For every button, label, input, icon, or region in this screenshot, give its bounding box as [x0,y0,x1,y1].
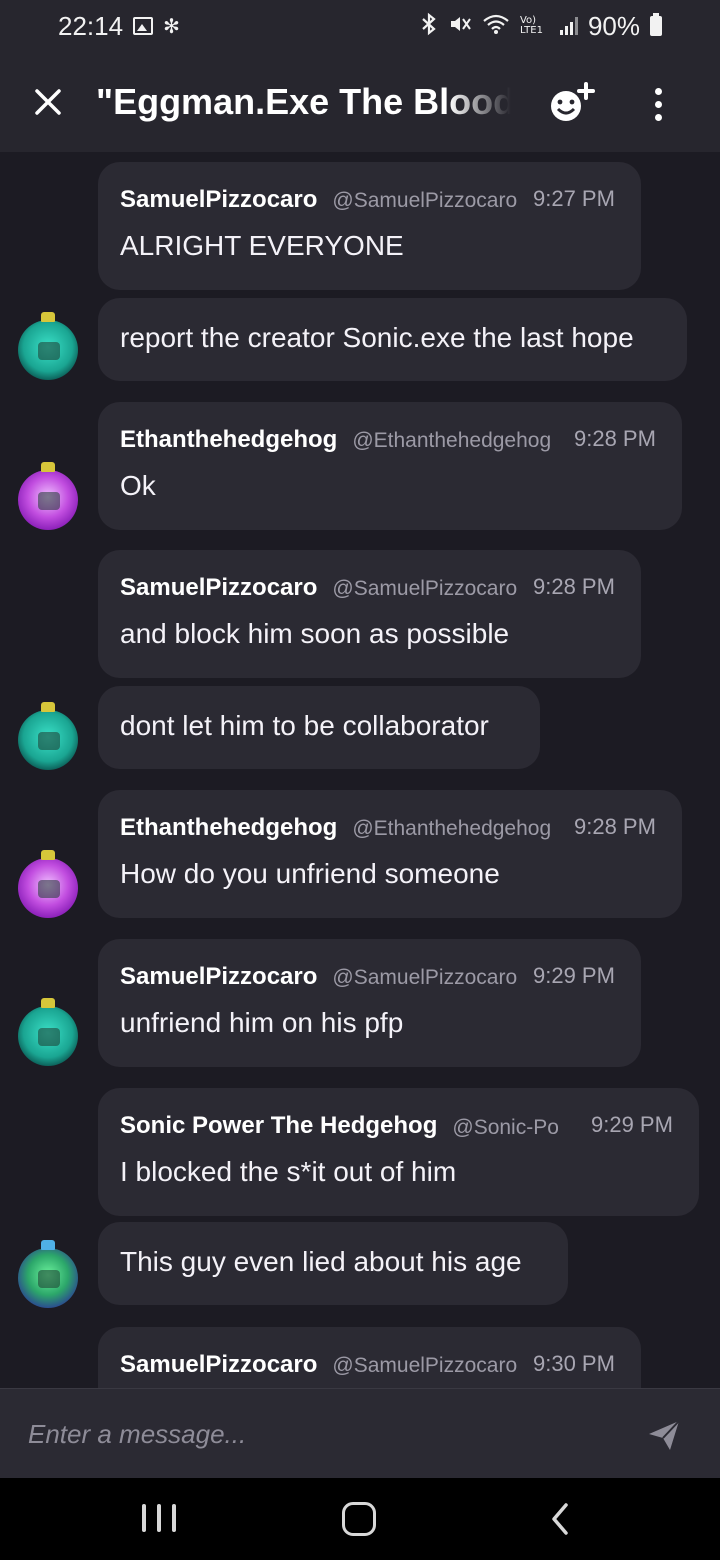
message-bubble[interactable]: Sonic Power The Hedgehog @Sonic-Pow 9:29… [98,1088,699,1216]
status-right: Vo) LTE1 90% [420,11,662,42]
message-meta: Sonic Power The Hedgehog @Sonic-Pow 9:29… [120,1112,678,1140]
message-bubble[interactable]: SamuelPizzocaro @SamuelPizzocaro 9:30 PM [98,1327,641,1388]
crown-icon [41,462,55,472]
sender-name[interactable]: SamuelPizzocaro [120,963,317,990]
avatar[interactable] [18,850,78,918]
message-meta: Ethanthehedgehog @Ethanthehedgehog 9:28 … [120,426,656,454]
avatar-face [38,1028,60,1046]
avatar-face [38,732,60,750]
avatar-face [38,492,60,510]
dot [654,100,662,108]
clock: 22:14 [58,10,124,41]
message-input[interactable] [28,1409,608,1459]
message-meta: SamuelPizzocaro @SamuelPizzocaro 9:30 PM [120,1351,615,1379]
avatar[interactable] [18,1240,78,1308]
fan-icon: ✻ [163,14,180,38]
send-button[interactable] [646,1417,682,1453]
message-text: dont let him to be collaborator [120,710,489,741]
sender-handle: @Sonic-Pow [452,1116,559,1139]
crown-icon [41,998,55,1008]
sender-name[interactable]: SamuelPizzocaro [120,1351,317,1378]
status-left: 22:14 ✻ [58,11,180,42]
message-bubble[interactable]: Ethanthehedgehog @Ethanthehedgehog 9:28 … [98,790,682,918]
message-bubble[interactable]: SamuelPizzocaro @SamuelPizzocaro 9:29 PM… [98,939,641,1067]
message-text: unfriend him on his pfp [120,1007,404,1038]
message-text: I blocked the s*it out of him [120,1156,457,1187]
message-meta: SamuelPizzocaro @SamuelPizzocaro 9:29 PM [120,963,615,991]
volte-icon: Vo) LTE1 [519,15,543,36]
message-meta: SamuelPizzocaro @SamuelPizzocaro 9:27 PM [120,186,615,214]
message-bubble[interactable]: dont let him to be collaborator [98,686,540,769]
home-icon[interactable] [342,1502,376,1536]
avatar-face [38,342,60,360]
more-options-button[interactable] [636,82,680,126]
battery-icon [650,13,662,36]
mute-icon [448,12,472,41]
back-icon[interactable] [546,1502,576,1536]
bluetooth-icon [420,12,438,41]
close-button[interactable] [0,52,96,152]
crown-icon [41,850,55,860]
message-time: 9:28 PM [574,814,656,839]
recent-apps-icon[interactable] [142,1504,176,1534]
dot [654,113,662,121]
sender-handle: @SamuelPizzocaro [332,189,518,212]
sender-handle: @SamuelPizzocaro [332,966,518,989]
avatar[interactable] [18,998,78,1066]
sender-name[interactable]: SamuelPizzocaro [120,574,317,601]
signal-icon [559,17,578,35]
add-member-button[interactable] [546,80,600,126]
message-time: 9:28 PM [574,426,656,451]
chat-title[interactable]: "Eggman.Exe The Blood [96,81,511,123]
crown-icon [41,312,55,322]
message-time: 9:30 PM [533,1351,615,1376]
message-text: and block him soon as possible [120,618,510,649]
message-text: How do you unfriend someone [120,858,500,889]
status-bar: 22:14 ✻ Vo) LTE1 90% [0,0,720,52]
add-member-emoji-icon [551,82,595,121]
message-composer [0,1388,720,1478]
message-meta: Ethanthehedgehog @Ethanthehedgehog 9:28 … [120,814,656,842]
sender-name[interactable]: Sonic Power The Hedgehog [120,1112,437,1139]
wifi-icon [482,13,510,40]
sender-name[interactable]: Ethanthehedgehog [120,814,337,841]
sender-handle: @SamuelPizzocaro [332,577,518,600]
battery-percent: 90% [587,10,640,41]
message-time: 9:28 PM [533,574,615,599]
message-bubble[interactable]: This guy even lied about his age [98,1222,568,1305]
message-time: 9:29 PM [591,1112,673,1137]
message-text: Ok [120,470,156,501]
gallery-icon [133,17,154,35]
sender-name[interactable]: SamuelPizzocaro [120,186,317,213]
message-meta: SamuelPizzocaro @SamuelPizzocaro 9:28 PM [120,574,615,602]
message-bubble[interactable]: SamuelPizzocaro @SamuelPizzocaro 9:27 PM… [98,162,641,290]
chat-header: "Eggman.Exe The Blood [0,52,720,152]
message-bubble[interactable]: Ethanthehedgehog @Ethanthehedgehog 9:28 … [98,402,682,530]
sender-handle: @Ethanthehedgehog [352,429,552,452]
close-icon [35,89,61,115]
crown-icon [41,702,55,712]
sender-handle: @Ethanthehedgehog [352,817,552,840]
send-icon [649,1420,680,1450]
sender-handle: @SamuelPizzocaro [332,1354,518,1377]
crown-icon [41,1240,55,1250]
message-time: 9:27 PM [533,186,615,211]
message-list[interactable]: SamuelPizzocaro @SamuelPizzocaro 9:27 PM… [0,152,720,1388]
avatar[interactable] [18,702,78,770]
avatar[interactable] [18,462,78,530]
message-text: This guy even lied about his age [120,1246,522,1277]
message-bubble[interactable]: report the creator Sonic.exe the last ho… [98,298,687,381]
message-text: report the creator Sonic.exe the last ho… [120,322,634,353]
message-text: ALRIGHT EVERYONE [120,230,404,261]
sender-name[interactable]: Ethanthehedgehog [120,426,337,453]
system-navigation-bar [0,1478,720,1560]
message-bubble[interactable]: SamuelPizzocaro @SamuelPizzocaro 9:28 PM… [98,550,641,678]
avatar-face [38,880,60,898]
avatar-face [38,1270,60,1288]
avatar[interactable] [18,312,78,380]
message-time: 9:29 PM [533,963,615,988]
more-vertical-icon [654,87,662,95]
